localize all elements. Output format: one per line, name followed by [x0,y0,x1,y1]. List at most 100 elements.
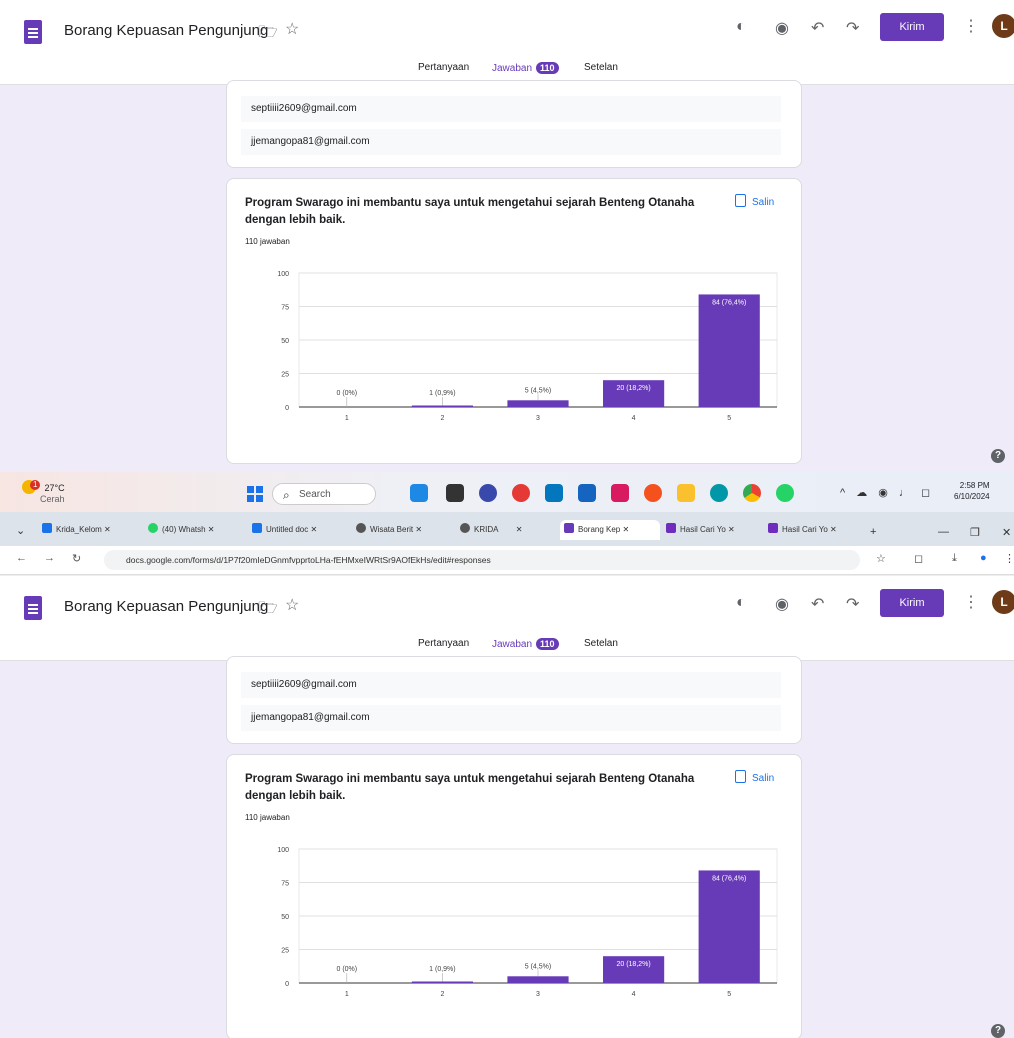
taskbar-search[interactable]: Search [272,483,376,506]
restore-window-icon[interactable]: ❐ [970,526,980,539]
response-count-badge: 110 [536,62,559,74]
y-tick-label: 50 [281,914,289,921]
y-tick-label: 25 [281,948,289,955]
app-icon[interactable] [578,484,596,502]
x-tick-label: 5 [727,415,731,422]
extensions-icon[interactable]: ◻ [914,552,923,565]
windows-start-icon[interactable] [247,486,263,502]
browser-address-bar: ← → ↻ docs.google.com/forms/d/1P7f20mIeD… [0,546,1014,575]
app-icon[interactable] [446,484,464,502]
send-button[interactable]: Kirim [880,589,944,617]
more-options-icon[interactable]: ⋮ [963,592,979,612]
browser-tab[interactable]: Krida_Kelom ✕ [42,520,132,540]
tab-responses[interactable]: Jawaban 110 [492,62,559,74]
profile-icon[interactable]: ● [980,552,987,564]
minimize-window-icon[interactable]: — [938,526,949,538]
browser-menu-icon[interactable]: ⋮ [1004,552,1014,565]
form-title[interactable]: Borang Kepuasan Pengunjung [64,22,268,39]
tab-favicon [42,523,52,533]
download-icon[interactable]: ⤓ [952,552,957,565]
copy-chart-button[interactable]: Salin [735,770,774,784]
redo-icon[interactable]: ↷ [846,18,859,38]
preview-eye-icon[interactable]: ◉ [775,18,789,38]
bar [698,870,760,983]
reload-icon[interactable]: ↻ [72,552,81,565]
tab-favicon [666,523,676,533]
close-window-icon[interactable]: ✕ [1002,526,1011,539]
browser-tab[interactable]: KRIDA ✕ [460,520,550,540]
folder-icon[interactable]: 🗁 [258,597,278,624]
preview-eye-icon[interactable]: ◉ [775,594,789,614]
forward-arrow-icon[interactable]: → [44,552,55,564]
star-icon[interactable]: ☆ [285,19,299,39]
back-arrow-icon[interactable]: ← [16,552,27,564]
chrome-icon[interactable] [743,484,761,502]
bookmark-star-icon[interactable]: ☆ [876,552,886,565]
email-item: jjemangopa81@gmail.com [241,705,781,731]
new-tab-button[interactable]: + [870,526,876,538]
question-title: Program Swarago ini membantu saya untuk … [245,773,695,802]
app-icon[interactable] [512,484,530,502]
avatar[interactable]: L [992,14,1014,38]
help-icon[interactable]: ? [991,449,1005,463]
app-icon[interactable] [611,484,629,502]
google-forms-icon[interactable] [24,20,42,44]
copy-icon [735,770,746,783]
copy-chart-button[interactable]: Salin [735,194,774,208]
email-list-card: septiiii2609@gmail.com jjemangopa81@gmai… [226,656,802,744]
whatsapp-icon[interactable] [776,484,794,502]
help-icon[interactable]: ? [991,1024,1005,1038]
email-item: jjemangopa81@gmail.com [241,129,781,155]
response-count: 110 jawaban [245,237,290,246]
undo-icon[interactable]: ↶ [811,18,824,38]
copy-label: Salin [752,773,775,784]
tab-favicon [148,523,158,533]
store-icon[interactable] [545,484,563,502]
edge-icon[interactable] [710,484,728,502]
weather-widget[interactable]: 1 27°C Cerah [22,480,65,504]
data-label: 1 (0,9%) [429,966,455,973]
tab-questions[interactable]: Pertanyaan [418,638,469,649]
bar [698,294,760,407]
firefox-icon[interactable] [644,484,662,502]
palette-icon[interactable]: ◐ [736,594,746,612]
windows-taskbar: 127°CCerah Search ^ ☁ ◉ ♩ ◻ 2:58 PM 6/10/… [0,472,1014,512]
send-button[interactable]: Kirim [880,13,944,41]
browser-tab-label: KRIDA [474,525,499,534]
file-explorer-icon[interactable] [410,484,428,502]
browser-tab-active[interactable]: Borang Kep ✕ [560,520,660,540]
tab-responses[interactable]: Jawaban 110 [492,638,559,650]
chat-icon[interactable] [479,484,497,502]
browser-tab[interactable]: Wisata Berit ✕ [356,520,446,540]
taskbar-clock[interactable]: 2:58 PM 6/10/2024 [954,480,990,502]
tab-questions[interactable]: Pertanyaan [418,62,469,73]
bar [507,976,569,983]
google-forms-icon[interactable] [24,596,42,620]
browser-tab[interactable]: Hasil Cari Yo ✕ [666,520,756,540]
data-label: 1 (0,9%) [429,390,455,397]
form-title[interactable]: Borang Kepuasan Pengunjung [64,598,268,615]
y-tick-label: 75 [281,881,289,888]
x-tick-label: 2 [440,415,444,422]
tab-settings[interactable]: Setelan [584,638,618,649]
redo-icon[interactable]: ↷ [846,594,859,614]
more-options-icon[interactable]: ⋮ [963,16,979,36]
tab-list-chevron-icon[interactable]: ⌄ [16,524,25,537]
system-tray-icons[interactable]: ^ ☁ ◉ ♩ ◻ [840,486,934,499]
question-chart-card: Program Swarago ini membantu saya untuk … [226,178,802,464]
avatar[interactable]: L [992,590,1014,614]
browser-tab[interactable]: Hasil Cari Yo ✕ [768,520,858,540]
browser-tab[interactable]: Untitled doc ✕ [252,520,342,540]
tab-settings[interactable]: Setelan [584,62,618,73]
url-field[interactable]: docs.google.com/forms/d/1P7f20mIeDGnmfvp… [104,550,860,570]
palette-icon[interactable]: ◐ [736,18,746,36]
form-view-bottom: Borang Kepuasan Pengunjung 🗁 ☆ ◐ ◉ ↶ ↷ K… [0,576,1014,1038]
undo-icon[interactable]: ↶ [811,594,824,614]
browser-tab[interactable]: (40) Whatsh ✕ [148,520,238,540]
star-icon[interactable]: ☆ [285,595,299,615]
clock-date: 6/10/2024 [954,492,990,501]
browser-tab-label: Untitled doc [266,525,309,534]
email-list-card: septiiii2609@gmail.com jjemangopa81@gmai… [226,80,802,168]
folder-icon[interactable]: 🗁 [258,21,278,48]
folder-icon[interactable] [677,484,695,502]
